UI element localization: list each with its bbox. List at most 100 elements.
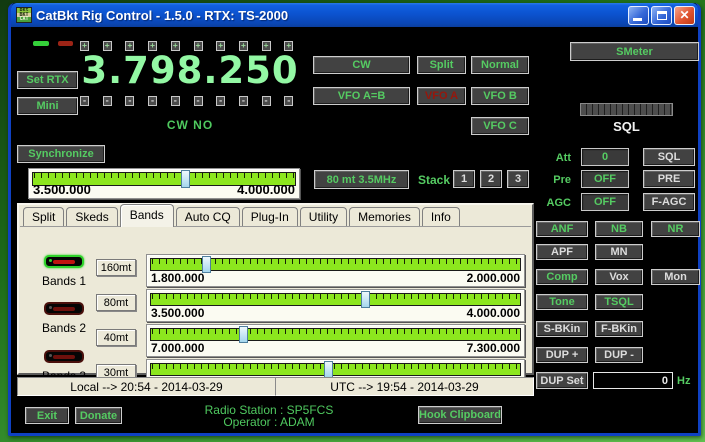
pre-button[interactable]: PRE xyxy=(643,170,695,188)
freq-digit-minus-button[interactable]: - xyxy=(262,96,271,106)
band-slider-labels: 3.500.000 4.000.000 xyxy=(151,306,520,320)
freq-digit-minus-button[interactable]: - xyxy=(148,96,157,106)
main-slider-max-label: 4.000.000 xyxy=(237,182,295,197)
led-dot-icon xyxy=(49,259,52,262)
led-bar-icon xyxy=(53,307,75,311)
band-slider-panel: 7.000.000 7.300.000 xyxy=(146,324,525,357)
band-slider-labels: 7.000.000 7.300.000 xyxy=(151,341,520,355)
dup--button[interactable]: DUP + xyxy=(536,347,588,363)
band-indicator-led xyxy=(44,350,84,363)
minimize-button[interactable] xyxy=(628,6,649,25)
band-slider-panel: 3.500.000 4.000.000 xyxy=(146,289,525,322)
mode-status-text: CW NO xyxy=(72,118,308,132)
tab-info[interactable]: Info xyxy=(422,207,460,227)
dup--button[interactable]: DUP - xyxy=(595,347,643,363)
bands-tab-content: Bands 1Bands 2Bands 3160mt1.800.0002.000… xyxy=(20,226,531,372)
stack-2-button[interactable]: 2 xyxy=(480,170,502,188)
client-area: Set RTX Mini ++++++++++ 3.798.250 ------… xyxy=(14,27,695,430)
led-dot-icon xyxy=(49,354,52,357)
comp-button[interactable]: Comp xyxy=(536,269,588,285)
dup-unit-label: Hz xyxy=(677,375,690,387)
rx-row-value: OFF xyxy=(581,170,629,188)
set-rtx-button[interactable]: Set RTX xyxy=(17,71,78,89)
f-bkin-button[interactable]: F-BKin xyxy=(595,321,643,337)
stack-3-button[interactable]: 3 xyxy=(507,170,529,188)
led-dot-icon xyxy=(49,306,52,309)
tab-skeds[interactable]: Skeds xyxy=(66,207,117,227)
rx-led-icon xyxy=(33,41,49,46)
band-slider-track[interactable] xyxy=(150,328,521,341)
synchronize-button[interactable]: Synchronize xyxy=(17,145,105,163)
dup-offset-input[interactable]: 0 xyxy=(593,372,673,389)
dup-set-button[interactable]: DUP Set xyxy=(536,372,588,389)
led-bar-icon xyxy=(53,260,75,264)
main-freq-slider-panel: 3.500.000 4.000.000 xyxy=(28,168,300,199)
nb-button[interactable]: NB xyxy=(595,221,643,237)
tone-button[interactable]: Tone xyxy=(536,294,588,310)
band-max-label: 2.000.000 xyxy=(467,271,520,285)
band-80mt-button[interactable]: 80mt xyxy=(96,294,136,311)
band-max-label: 4.000.000 xyxy=(467,306,520,320)
rx-row-label: Pre xyxy=(541,174,571,186)
sql-meter-bar xyxy=(580,103,673,116)
vox-button[interactable]: Vox xyxy=(595,269,643,285)
utc-time-status: UTC --> 19:54 - 2014-03-29 xyxy=(275,377,534,396)
freq-digit-minus-button[interactable]: - xyxy=(103,96,112,106)
freq-digit-minus-button[interactable]: - xyxy=(194,96,203,106)
band-slider-track[interactable] xyxy=(150,293,521,306)
band-min-label: 7.000.000 xyxy=(151,341,204,355)
vfo-a-eq-b-button[interactable]: VFO A=B xyxy=(313,87,410,105)
stack-1-button[interactable]: 1 xyxy=(453,170,475,188)
tab-split[interactable]: Split xyxy=(23,207,64,227)
frequency-display: 3.798.250 xyxy=(72,49,308,93)
close-icon: ✕ xyxy=(679,8,689,22)
normal-button[interactable]: Normal xyxy=(471,56,529,74)
maximize-button[interactable] xyxy=(651,6,672,25)
apf-button[interactable]: APF xyxy=(536,244,588,260)
sql-meter-label: SQL xyxy=(580,119,673,134)
tsql-button[interactable]: TSQL xyxy=(595,294,643,310)
operator-label: Operator : ADAM xyxy=(164,416,374,428)
band-select-button[interactable]: 80 mt 3.5MHz xyxy=(314,170,409,189)
s-bkin-button[interactable]: S-BKin xyxy=(536,321,588,337)
mini-button[interactable]: Mini xyxy=(17,97,78,115)
band-40mt-button[interactable]: 40mt xyxy=(96,329,136,346)
donate-button[interactable]: Donate xyxy=(75,407,122,424)
mode-cw-button[interactable]: CW xyxy=(313,56,410,74)
tab-utility[interactable]: Utility xyxy=(300,207,347,227)
minimize-icon xyxy=(633,18,642,21)
tab-plug-in[interactable]: Plug-In xyxy=(242,207,298,227)
vfo-c-button[interactable]: VFO C xyxy=(471,117,529,135)
f-agc-button[interactable]: F-AGC xyxy=(643,193,695,211)
band-slider-track[interactable] xyxy=(150,363,521,376)
freq-digit-minus-button[interactable]: - xyxy=(80,96,89,106)
vfo-b-button[interactable]: VFO B xyxy=(471,87,529,105)
sql-button[interactable]: SQL xyxy=(643,148,695,166)
freq-digit-minus-button[interactable]: - xyxy=(216,96,225,106)
vfo-a-button[interactable]: VFO A xyxy=(417,87,466,105)
band-max-label: 7.300.000 xyxy=(467,341,520,355)
freq-digit-minus-button[interactable]: - xyxy=(284,96,293,106)
split-button[interactable]: Split xyxy=(417,56,466,74)
window-title: CatBkt Rig Control - 1.5.0 - RTX: TS-200… xyxy=(36,8,626,23)
band-slider-labels: 1.800.0002.000.000 xyxy=(151,271,520,285)
band-slider-track[interactable] xyxy=(150,258,521,271)
tab-auto-cq[interactable]: Auto CQ xyxy=(176,207,240,227)
freq-digit-minus-button[interactable]: - xyxy=(171,96,180,106)
mon-button[interactable]: Mon xyxy=(651,269,700,285)
freq-digit-minus-button[interactable]: - xyxy=(125,96,134,106)
band-slider-panel: 1.800.0002.000.000 xyxy=(146,254,525,287)
smeter-button[interactable]: SMeter xyxy=(570,42,699,61)
hook-clipboard-button[interactable]: Hook Clipboard xyxy=(418,406,502,424)
freq-digit-minus-button[interactable]: - xyxy=(239,96,248,106)
title-bar[interactable]: bktBKTCAT CatBkt Rig Control - 1.5.0 - R… xyxy=(11,3,698,27)
band-min-label: 3.500.000 xyxy=(151,306,204,320)
tab-memories[interactable]: Memories xyxy=(349,207,420,227)
exit-button[interactable]: Exit xyxy=(25,407,69,424)
anf-button[interactable]: ANF xyxy=(536,221,588,237)
tab-bands[interactable]: Bands xyxy=(120,204,174,227)
mn-button[interactable]: MN xyxy=(595,244,643,260)
nr-button[interactable]: NR xyxy=(651,221,700,237)
close-button[interactable]: ✕ xyxy=(674,6,695,25)
band-160mt-button[interactable]: 160mt xyxy=(96,259,136,276)
